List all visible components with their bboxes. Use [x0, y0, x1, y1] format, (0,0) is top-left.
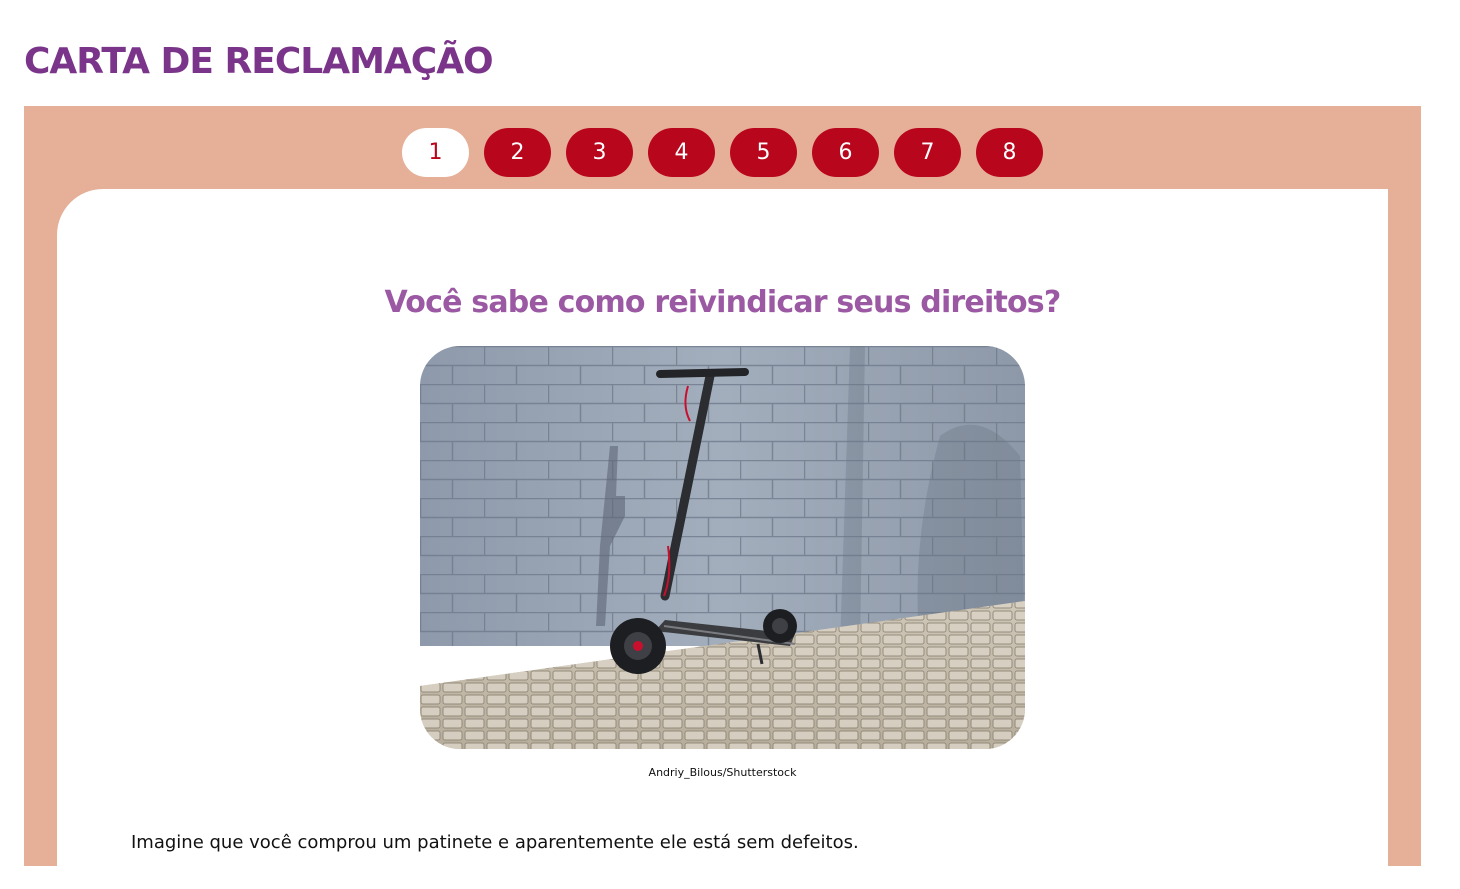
page-button-6[interactable]: 6	[812, 128, 879, 177]
page-title: CARTA DE RECLAMAÇÃO	[24, 41, 494, 82]
activity-panel: 1 2 3 4 5 6 7 8 Você sabe como reivindic…	[24, 106, 1421, 889]
page-button-8[interactable]: 8	[976, 128, 1043, 177]
section-heading: Você sabe como reivindicar seus direitos…	[384, 285, 1062, 320]
page-button-2[interactable]: 2	[484, 128, 551, 177]
page-button-7[interactable]: 7	[894, 128, 961, 177]
scooter-photo	[420, 346, 1025, 749]
page-navigation: 1 2 3 4 5 6 7 8	[402, 128, 1043, 178]
page-button-3[interactable]: 3	[566, 128, 633, 177]
image-credit: Andriy_Bilous/Shutterstock	[648, 766, 797, 779]
content-card: Você sabe como reivindicar seus direitos…	[57, 189, 1388, 889]
page-button-1[interactable]: 1	[402, 128, 469, 177]
page-button-5[interactable]: 5	[730, 128, 797, 177]
page-button-4[interactable]: 4	[648, 128, 715, 177]
